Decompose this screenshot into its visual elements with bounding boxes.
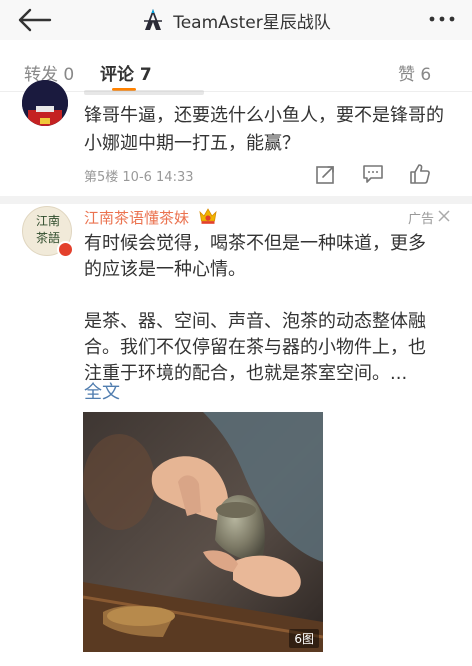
photo-count-badge: 6图 — [289, 629, 319, 648]
verified-badge-icon — [57, 241, 74, 258]
advertiser-avatar[interactable]: 江南 茶語 — [22, 206, 74, 258]
tab-comments[interactable]: 评论 7 — [100, 60, 152, 85]
comment-icon[interactable] — [361, 162, 385, 186]
tab-likes[interactable]: 赞 6 — [398, 60, 431, 85]
ad-paragraph-1: 有时候会觉得，喝茶不但是一种味道，更多的应该是一种心情。 — [84, 233, 426, 280]
page-title: TeamAster星辰战队 — [173, 12, 331, 33]
tea-photo-image — [83, 412, 323, 652]
avatar-image — [22, 80, 68, 126]
advertiser-name[interactable]: 江南茶语懂茶妹 — [84, 207, 189, 228]
tabs-bar: 转发 0 评论 7 赞 6 — [0, 40, 472, 92]
comment-text: 锋哥牛逼，还要选什么小鱼人，要不是锋哥的小娜迦中期一打五，能赢？ — [84, 105, 444, 154]
thumbs-up-icon[interactable] — [408, 162, 432, 186]
ad-photo[interactable]: 6图 — [83, 412, 323, 652]
header-title-group: TeamAster星辰战队 — [0, 0, 472, 40]
commenter-avatar[interactable] — [22, 80, 68, 126]
comment-meta: 第5楼 10-6 14:33 — [84, 170, 194, 185]
vip-crown-icon — [199, 208, 217, 224]
section-divider — [0, 196, 472, 204]
team-aster-logo — [144, 9, 163, 30]
commenter-name-cut — [84, 90, 204, 95]
ad-body: 有时候会觉得，喝茶不但是一种味道，更多的应该是一种心情。 是茶、器、空间、声音、… — [84, 231, 436, 387]
top-bar: TeamAster星辰战队 — [0, 0, 472, 40]
share-edit-icon[interactable] — [314, 162, 338, 186]
close-icon[interactable] — [438, 210, 450, 222]
ad-paragraph-2: 是茶、器、空间、声音、泡茶的动态整体融合。我们不仅停留在茶与器的小物件上，也注重… — [84, 311, 426, 384]
more-dots-icon[interactable] — [426, 7, 458, 31]
full-text-link[interactable]: 全文 — [84, 378, 120, 404]
ad-tag-label: 广告 — [407, 212, 434, 227]
